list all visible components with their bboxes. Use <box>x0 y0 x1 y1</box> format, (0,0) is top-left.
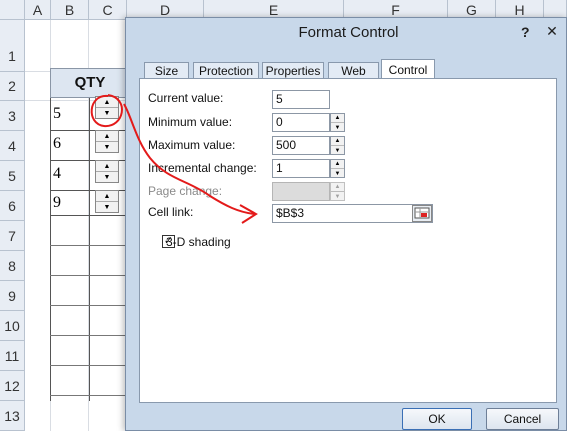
spin-up-icon[interactable]: ▲ <box>96 191 118 202</box>
table-border <box>50 335 126 336</box>
page-change-spinner: ▲ ▼ <box>330 182 345 201</box>
control-tab-panel: Current value: 5 Minimum value: 0 ▲ ▼ Ma… <box>139 78 557 403</box>
row-header-3[interactable]: 3 <box>0 101 25 131</box>
qty-cell-b6[interactable]: 9 <box>51 188 89 217</box>
spin-down-icon[interactable]: ▼ <box>96 108 118 119</box>
spin-down-icon[interactable]: ▼ <box>96 172 118 183</box>
column-header-c[interactable]: C <box>89 0 127 20</box>
tab-protection[interactable]: Protection <box>193 62 259 79</box>
spin-down-icon[interactable]: ▼ <box>331 169 344 178</box>
spin-up-icon: ▲ <box>331 183 344 192</box>
tab-size[interactable]: Size <box>144 62 189 79</box>
row-header-2[interactable]: 2 <box>0 72 25 101</box>
spin-up-icon[interactable]: ▲ <box>96 161 118 172</box>
ok-button[interactable]: OK <box>402 408 472 430</box>
row-header-1[interactable]: 1 <box>0 20 25 72</box>
row-header-5[interactable]: 5 <box>0 161 25 191</box>
spin-down-icon[interactable]: ▼ <box>96 202 118 213</box>
spin-up-icon[interactable]: ▲ <box>96 131 118 142</box>
row-header-11[interactable]: 11 <box>0 341 25 371</box>
qty-cell-b4[interactable]: 6 <box>51 129 89 158</box>
maximum-value-spinner[interactable]: ▲ ▼ <box>330 136 345 155</box>
spin-up-icon[interactable]: ▲ <box>96 97 118 108</box>
page-change-field <box>272 182 330 201</box>
qty-header-cell[interactable]: QTY <box>50 68 130 98</box>
row-header-9[interactable]: 9 <box>0 281 25 311</box>
excel-window: A B C D E F G H 1 2 3 4 5 6 7 8 9 10 11 … <box>0 0 567 431</box>
table-border <box>50 245 126 246</box>
incremental-change-field[interactable]: 1 <box>272 159 330 178</box>
qty-cell-b3[interactable]: 5 <box>51 99 89 128</box>
close-icon[interactable]: ✕ <box>541 22 563 40</box>
cell-link-field[interactable]: $B$3 <box>272 204 433 223</box>
spin-down-icon[interactable]: ▼ <box>96 142 118 153</box>
format-control-dialog: Format Control ? ✕ Size Protection Prope… <box>125 17 567 431</box>
row-header-13[interactable]: 13 <box>0 401 25 431</box>
spin-down-icon: ▼ <box>334 193 341 200</box>
page-change-label: Page change: <box>148 184 223 198</box>
cell-link-label: Cell link: <box>148 205 194 219</box>
range-select-button[interactable] <box>412 205 432 222</box>
spin-down-icon[interactable]: ▼ <box>331 146 344 155</box>
maximum-value-label: Maximum value: <box>148 138 236 152</box>
minimum-value-field[interactable]: 0 <box>272 113 330 132</box>
table-border <box>50 305 126 306</box>
spin-down-icon[interactable]: ▼ <box>331 123 344 132</box>
column-header-b[interactable]: B <box>51 0 89 20</box>
spin-up-icon[interactable]: ▲ <box>331 160 344 169</box>
incremental-change-label: Incremental change: <box>148 161 257 175</box>
spin-up-icon[interactable]: ▲ <box>331 114 344 123</box>
tab-properties[interactable]: Properties <box>262 62 324 79</box>
select-all-corner[interactable] <box>0 0 25 20</box>
qty-cell-b5[interactable]: 4 <box>51 159 89 188</box>
range-select-icon <box>414 207 430 219</box>
spin-up-icon[interactable]: ▲ <box>331 137 344 146</box>
minimum-value-label: Minimum value: <box>148 115 233 129</box>
row-header-12[interactable]: 12 <box>0 371 25 401</box>
current-value-label: Current value: <box>148 91 224 105</box>
table-border <box>50 275 126 276</box>
help-icon[interactable]: ? <box>521 24 530 40</box>
table-border <box>89 98 90 401</box>
3d-shading-label: 3-D shading <box>166 235 231 249</box>
cancel-button[interactable]: Cancel <box>486 408 559 430</box>
dialog-title: Format Control <box>298 24 399 41</box>
table-border <box>50 395 126 396</box>
row-header-10[interactable]: 10 <box>0 311 25 341</box>
minimum-value-spinner[interactable]: ▲ ▼ <box>330 113 345 132</box>
spin-button-row3[interactable]: ▲ ▼ <box>95 96 119 119</box>
column-header-a[interactable]: A <box>25 0 51 20</box>
row-header-7[interactable]: 7 <box>0 221 25 251</box>
spin-button-row4[interactable]: ▲ ▼ <box>95 130 119 153</box>
spin-button-row5[interactable]: ▲ ▼ <box>95 160 119 183</box>
tab-control[interactable]: Control <box>381 59 435 80</box>
current-value-field[interactable]: 5 <box>272 90 330 109</box>
row-header-8[interactable]: 8 <box>0 251 25 281</box>
tab-web[interactable]: Web <box>328 62 379 79</box>
row-header-4[interactable]: 4 <box>0 131 25 161</box>
incremental-change-spinner[interactable]: ▲ ▼ <box>330 159 345 178</box>
maximum-value-field[interactable]: 500 <box>272 136 330 155</box>
spin-button-row6[interactable]: ▲ ▼ <box>95 190 119 213</box>
row-header-6[interactable]: 6 <box>0 191 25 221</box>
table-border <box>50 365 126 366</box>
